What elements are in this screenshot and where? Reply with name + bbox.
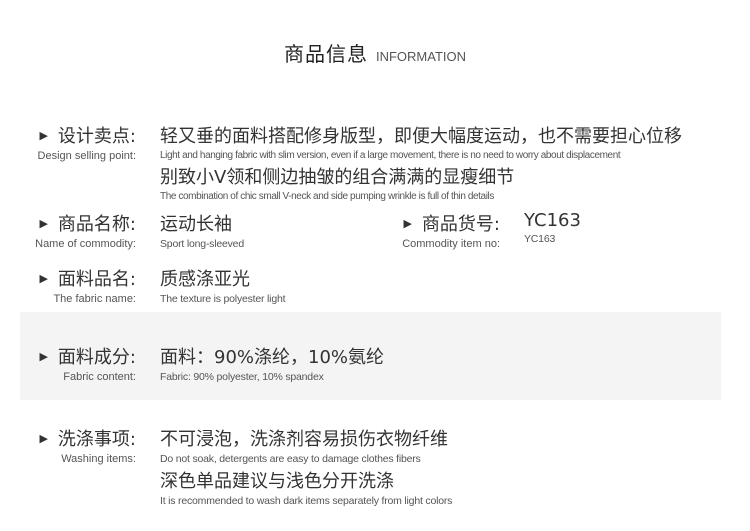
selling-point-label: ▶ 设计卖点: Design selling point: [0, 122, 136, 162]
item-no-value: YC163 YC163 [524, 210, 581, 245]
selling-point-line2-zh: 别致小V领和侧边抽皱的组合满满的显瘦细节 [160, 167, 515, 188]
selling-point-label-en: Design selling point: [37, 150, 136, 162]
item-no-value-zh: YC163 [524, 210, 581, 231]
fabric-content-value: 面料：90%涤纶，10%氨纶 Fabric: 90% polyester, 10… [160, 343, 384, 383]
fabric-name-label-en: The fabric name: [53, 293, 136, 305]
triangle-right-icon: ▶ [39, 129, 48, 142]
selling-point-line2-en: The combination of chic small V-neck and… [160, 191, 494, 202]
washing-line1-zh: 不可浸泡，洗涤剂容易损伤衣物纤维 [160, 429, 448, 450]
fabric-content-label-zh: 面料成分: [57, 347, 136, 368]
triangle-right-icon: ▶ [39, 350, 48, 363]
washing-label: ▶ 洗涤事项: Washing items: [0, 425, 136, 465]
fabric-content-value-zh: 面料：90%涤纶，10%氨纶 [160, 347, 385, 368]
item-no-value-en: YC163 [524, 233, 556, 245]
item-no-label-zh: 商品货号: [421, 214, 500, 235]
page-subtitle: INFORMATION [375, 49, 467, 64]
fabric-name-value-en: The texture is polyester light [160, 293, 286, 305]
fabric-content-label-en: Fabric content: [63, 371, 136, 383]
selling-point-label-zh: 设计卖点: [57, 126, 136, 147]
selling-point-value: 轻又垂的面料搭配修身版型，即便大幅度运动，也不需要担心位移 Light and … [160, 122, 682, 202]
triangle-right-icon: ▶ [403, 217, 412, 230]
washing-value: 不可浸泡，洗涤剂容易损伤衣物纤维 Do not soak, detergents… [160, 425, 452, 507]
washing-line1-en: Do not soak, detergents are easy to dama… [160, 453, 421, 465]
selling-point-line1-zh: 轻又垂的面料搭配修身版型，即便大幅度运动，也不需要担心位移 [160, 126, 682, 147]
fabric-content-label: ▶ 面料成分: Fabric content: [0, 343, 136, 383]
fabric-name-value-zh: 质感涤亚光 [160, 269, 250, 290]
washing-label-zh: 洗涤事项: [57, 429, 136, 450]
fabric-name-value: 质感涤亚光 The texture is polyester light [160, 265, 286, 305]
commodity-name-label-en: Name of commodity: [35, 238, 136, 250]
fabric-name-label: ▶ 面料品名: The fabric name: [0, 265, 136, 305]
fabric-content-value-en: Fabric: 90% polyester, 10% spandex [160, 371, 324, 383]
triangle-right-icon: ▶ [39, 272, 48, 285]
washing-label-en: Washing items: [61, 453, 136, 465]
selling-point-line1-en: Light and hanging fabric with slim versi… [160, 150, 621, 161]
fabric-name-label-zh: 面料品名: [57, 269, 136, 290]
commodity-name-label-zh: 商品名称: [57, 214, 136, 235]
washing-line2-en: It is recommended to wash dark items sep… [160, 495, 453, 507]
commodity-name-value-en: Sport long-sleeved [160, 238, 244, 250]
item-no-label-en: Commodity item no: [402, 238, 500, 250]
commodity-name-value: 运动长袖 Sport long-sleeved [160, 210, 244, 250]
item-no-label: ▶ 商品货号: Commodity item no: [364, 210, 500, 250]
washing-line2-zh: 深色单品建议与浅色分开洗涤 [160, 471, 394, 492]
commodity-name-label: ▶ 商品名称: Name of commodity: [0, 210, 136, 250]
triangle-right-icon: ▶ [39, 432, 48, 445]
commodity-name-value-zh: 运动长袖 [160, 214, 232, 235]
page-header: 商品信息 INFORMATION [0, 38, 750, 67]
triangle-right-icon: ▶ [39, 217, 48, 230]
page-title: 商品信息 [283, 42, 368, 66]
